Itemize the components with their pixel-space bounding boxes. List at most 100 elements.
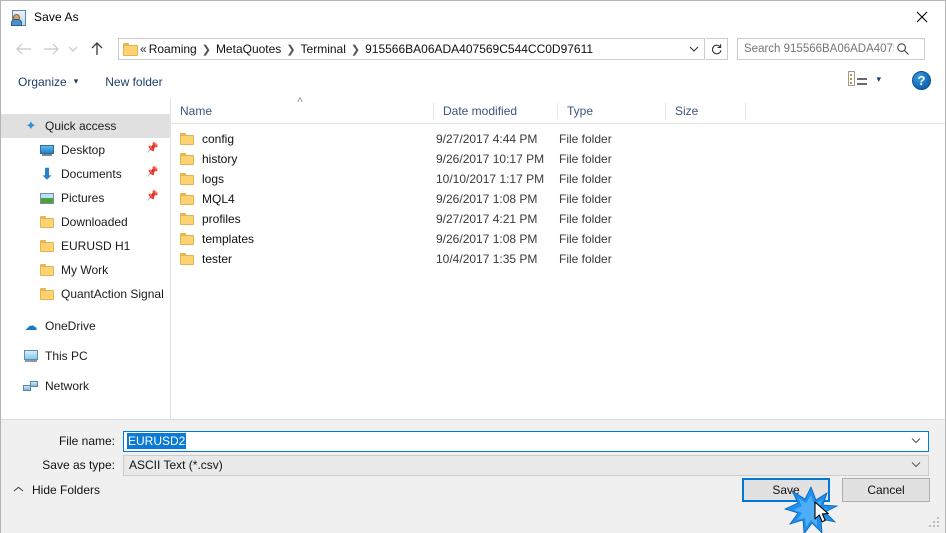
column-header-size[interactable]: Size [666,102,746,119]
column-header-date-modified[interactable]: Date modified [434,102,558,119]
hide-folders-label: Hide Folders [32,483,101,497]
cancel-button[interactable]: Cancel [842,478,930,502]
column-header-name[interactable]: Name [171,102,434,119]
folder-icon [39,262,55,278]
breadcrumb-separator: ❯ [350,43,361,56]
sidebar-item-label: Downloaded [61,215,128,229]
content-area: ✦ Quick access Desktop 📌 ⬇ Documents 📌 P… [1,95,945,419]
save-as-app-icon [10,9,26,26]
resize-grip[interactable] [929,517,942,530]
sidebar-item-label: Desktop [61,143,106,157]
sidebar-item-label: Pictures [61,191,105,205]
sidebar-item-desktop[interactable]: Desktop 📌 [1,138,170,162]
sidebar-item-label: This PC [45,349,88,363]
view-options-button[interactable]: ▾ [848,71,881,87]
table-row[interactable]: templates 9/26/2017 1:08 PM File folder [171,229,945,249]
column-header-row: Name Date modified Type Size [171,98,945,124]
new-folder-button[interactable]: New folder [105,75,162,89]
title-bar: Save As [1,1,945,33]
save-as-type-row: Save as type: ASCII Text (*.csv) [1,454,945,476]
forward-arrow-icon[interactable] [39,37,63,61]
sidebar-item-quick-access[interactable]: ✦ Quick access [1,114,170,138]
file-date-cell: 9/27/2017 4:44 PM [436,132,538,146]
file-date-cell: 9/26/2017 1:08 PM [436,192,538,206]
breadcrumb-separator: ❯ [286,43,296,56]
save-as-type-value: ASCII Text (*.csv) [129,458,223,472]
sidebar-item-label: Documents [61,167,122,181]
sidebar-item-my-work[interactable]: My Work [1,258,170,282]
hide-folders-button[interactable]: Hide Folders [13,483,100,497]
table-row[interactable]: config 9/27/2017 4:44 PM File folder [171,129,945,149]
window-title: Save As [34,10,79,24]
sidebar-item-documents[interactable]: ⬇ Documents 📌 [1,162,170,186]
table-row[interactable]: logs 10/10/2017 1:17 PM File folder [171,169,945,189]
sidebar-item-downloaded[interactable]: Downloaded [1,210,170,234]
recent-locations-chevron-down-icon[interactable] [65,37,81,61]
file-name-row: File name: EURUSD2 [1,430,945,452]
file-name-label: File name: [58,434,115,448]
sidebar-item-label: Quick access [45,119,117,133]
folder-icon [39,286,55,302]
file-date-cell: 9/26/2017 1:08 PM [436,232,538,246]
sidebar-item-pictures[interactable]: Pictures 📌 [1,186,170,210]
sidebar-item-network[interactable]: Network [1,374,170,398]
chevron-down-icon[interactable] [911,436,921,447]
file-name-value: EURUSD2 [127,433,187,449]
file-name-cell: config [171,132,434,146]
sidebar-item-onedrive[interactable]: ☁ OneDrive [1,314,170,338]
search-icon[interactable] [896,42,910,56]
sidebar-item-quantaction-signal[interactable]: QuantAction Signal [1,282,170,306]
folder-icon [39,238,55,254]
up-arrow-icon[interactable] [85,37,109,61]
file-name-cell: profiles [171,212,434,226]
file-list-pane: ˄ Name Date modified Type Size config 9/… [171,95,945,419]
sidebar-item-this-pc[interactable]: This PC [1,344,170,368]
table-row[interactable]: tester 10/4/2017 1:35 PM File folder [171,249,945,269]
organize-button[interactable]: Organize ▾ [18,75,78,89]
table-row[interactable]: history 9/26/2017 10:17 PM File folder [171,149,945,169]
file-name-cell: templates [171,232,434,246]
file-name-cell: history [171,152,434,166]
breadcrumb-item-terminal-id[interactable]: 915566BA06ADA407569C544CC0D97611 [365,42,593,56]
breadcrumb-item-metaquotes[interactable]: MetaQuotes [216,42,281,56]
this-pc-icon [23,348,39,364]
chevron-down-icon[interactable] [911,460,921,471]
save-as-type-select[interactable]: ASCII Text (*.csv) [123,454,929,476]
folder-icon [180,153,194,165]
breadcrumb-overflow[interactable]: « [140,42,147,56]
file-type-cell: File folder [559,132,612,146]
organize-label: Organize [18,74,67,89]
sidebar-item-label: QuantAction Signal [61,287,164,301]
sidebar-item-eurusd-h1[interactable]: EURUSD H1 [1,234,170,258]
breadcrumb-item-terminal[interactable]: Terminal [301,42,346,56]
sidebar-item-label: Network [45,379,90,393]
breadcrumb-item-roaming[interactable]: Roaming [149,42,197,56]
file-rows: config 9/27/2017 4:44 PM File folder his… [171,124,945,269]
chevron-up-icon [13,485,24,496]
sidebar-item-label: OneDrive [45,319,96,333]
back-arrow-icon[interactable] [11,37,35,61]
navigation-pane: ✦ Quick access Desktop 📌 ⬇ Documents 📌 P… [1,98,171,419]
sidebar-item-label: EURUSD H1 [61,239,131,253]
file-name-input[interactable]: EURUSD2 [123,430,929,452]
search-box[interactable] [737,38,925,60]
help-icon[interactable]: ? [912,71,931,90]
address-bar[interactable]: « Roaming ❯ MetaQuotes ❯ Terminal ❯ 9155… [118,38,705,60]
column-header-type[interactable]: Type [558,102,666,119]
pin-icon[interactable]: 📌 [146,191,158,202]
save-button-label: Save [772,483,800,497]
table-row[interactable]: MQL4 9/26/2017 1:08 PM File folder [171,189,945,209]
table-row[interactable]: profiles 9/27/2017 4:21 PM File folder [171,209,945,229]
save-button[interactable]: Save [742,478,830,502]
file-type-cell: File folder [559,252,612,266]
help-label: ? [917,73,926,88]
search-input[interactable] [744,43,894,55]
navigation-bar: « Roaming ❯ MetaQuotes ❯ Terminal ❯ 9155… [1,33,945,65]
pin-icon[interactable]: 📌 [146,167,158,178]
file-type-cell: File folder [559,192,612,206]
pin-icon[interactable]: 📌 [146,143,158,154]
breadcrumb-separator: ❯ [201,43,211,56]
address-chevron-down-icon[interactable] [684,39,704,59]
close-icon[interactable] [899,1,945,32]
refresh-icon[interactable] [706,38,728,60]
